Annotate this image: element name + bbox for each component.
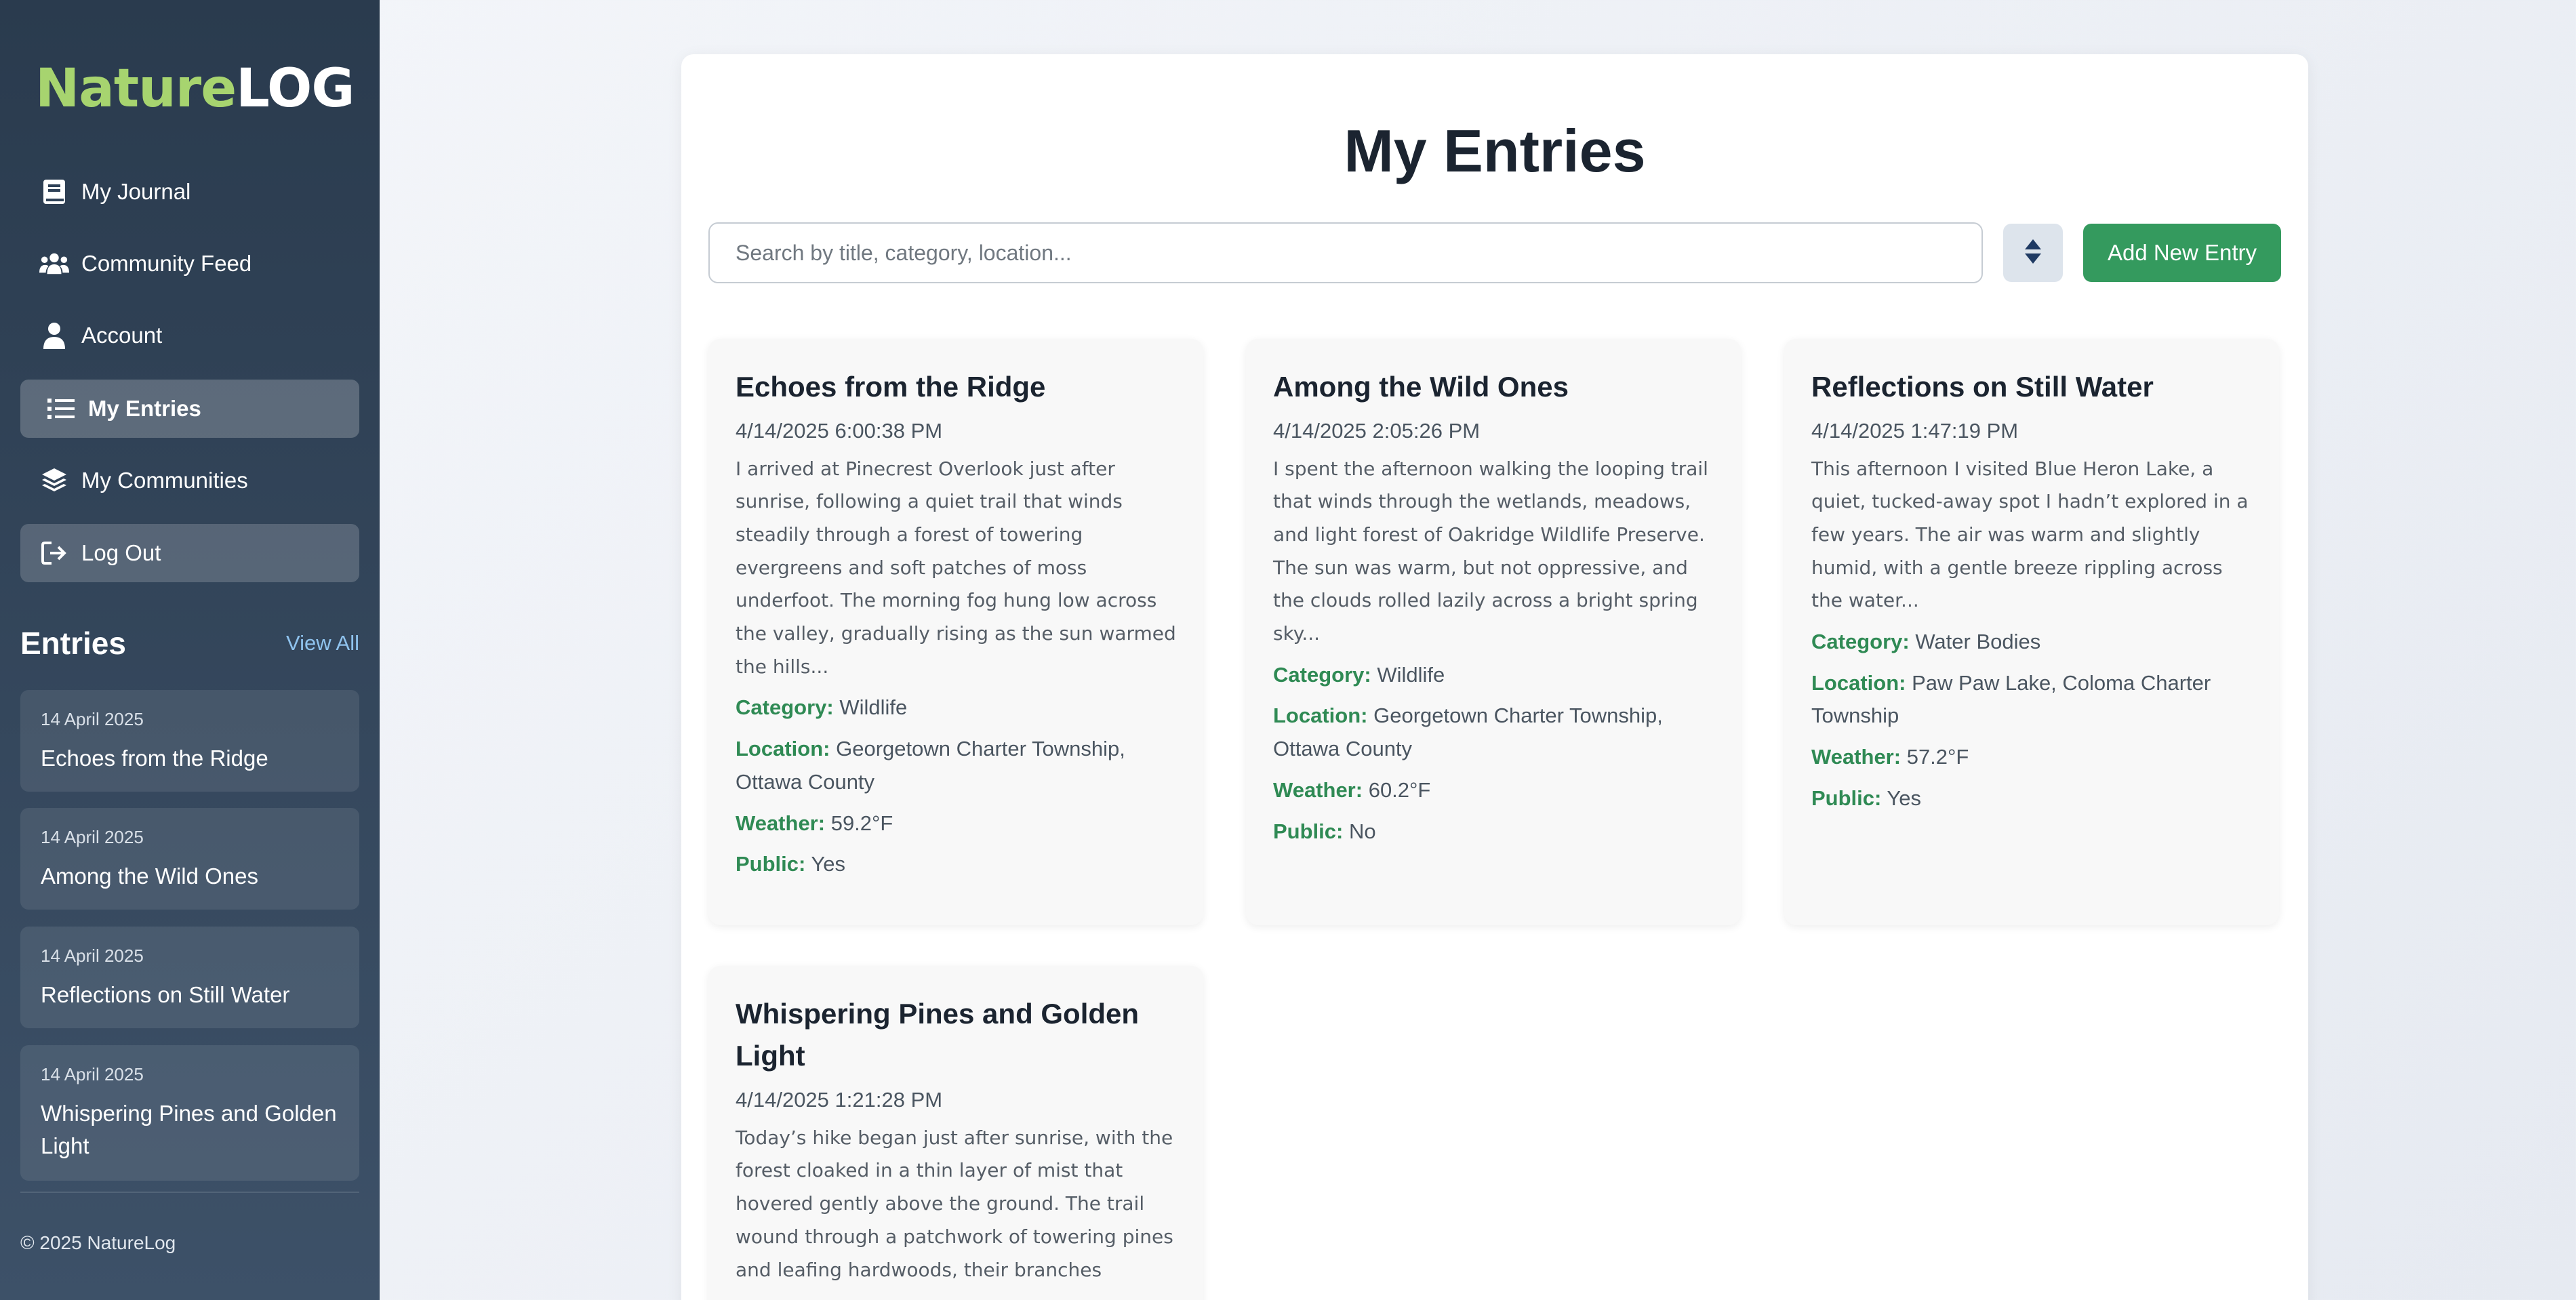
- nav-my-communities[interactable]: My Communities: [20, 451, 359, 510]
- entry-public: Public: Yes: [1811, 786, 1921, 810]
- nav-label: Log Out: [81, 540, 161, 565]
- sidebar-entry[interactable]: 14 April 2025 Echoes from the Ridge: [20, 690, 359, 792]
- logout-icon: [39, 538, 69, 568]
- brand-logo[interactable]: NatureLOG: [35, 62, 355, 115]
- entry-title: Whispering Pines and Golden Light: [41, 1101, 337, 1158]
- nav-community-feed[interactable]: Community Feed: [20, 235, 359, 293]
- copyright: © 2025 NatureLog: [20, 1232, 176, 1253]
- sidebar-entries-header: Entries View All: [20, 625, 359, 662]
- entry-excerpt: I arrived at Pinecrest Overlook just aft…: [736, 457, 1176, 678]
- sidebar-entry[interactable]: 14 April 2025 Among the Wild Ones: [20, 808, 359, 910]
- nav-label: My Communities: [81, 468, 248, 493]
- search-input[interactable]: [708, 222, 1983, 283]
- entry-excerpt: This afternoon I visited Blue Heron Lake…: [1811, 457, 2249, 612]
- entry-card[interactable]: Whispering Pines and Golden Light 4/14/2…: [708, 966, 1203, 1300]
- entry-title: Whispering Pines and Golden Light: [736, 998, 1140, 1072]
- entry-excerpt: Today’s hike began just after sunrise, w…: [736, 1126, 1173, 1281]
- entry-location: Location: Georgetown Charter Township, O…: [736, 737, 1125, 794]
- nav-my-entries[interactable]: My Entries: [20, 380, 359, 438]
- sidebar-entry[interactable]: 14 April 2025 Reflections on Still Water: [20, 927, 359, 1028]
- book-icon: [39, 177, 69, 207]
- entry-title: Among the Wild Ones: [1273, 371, 1569, 403]
- entry-category: Category: Wildlife: [736, 695, 908, 720]
- entry-location: Location: Georgetown Charter Township, O…: [1273, 704, 1663, 761]
- entry-datetime: 4/14/2025 6:00:38 PM: [736, 419, 943, 443]
- entry-title: Echoes from the Ridge: [41, 746, 268, 771]
- nav-label: Community Feed: [81, 251, 252, 276]
- sort-icon: [2024, 238, 2042, 268]
- entry-card[interactable]: Reflections on Still Water 4/14/2025 1:4…: [1784, 339, 2279, 925]
- sidebar: NatureLOG My Journal Community Feed Acco…: [0, 0, 380, 1300]
- entry-title: Echoes from the Ridge: [736, 371, 1046, 403]
- entry-category: Category: Wildlife: [1273, 662, 1445, 687]
- entry-date: 14 April 2025: [41, 946, 144, 966]
- entry-date: 14 April 2025: [41, 709, 144, 729]
- add-new-entry-button[interactable]: Add New Entry: [2083, 224, 2281, 282]
- sidebar-entries-title: Entries: [20, 626, 126, 661]
- entry-card[interactable]: Echoes from the Ridge 4/14/2025 6:00:38 …: [708, 339, 1203, 925]
- entry-weather: Weather: 59.2°F: [736, 811, 893, 835]
- list-icon: [46, 394, 76, 424]
- user-icon: [39, 321, 69, 350]
- nav-label: My Entries: [88, 396, 201, 421]
- entry-title: Reflections on Still Water: [41, 982, 290, 1007]
- entry-date: 14 April 2025: [41, 827, 144, 847]
- nav-my-journal[interactable]: My Journal: [20, 163, 359, 221]
- entry-card[interactable]: Among the Wild Ones 4/14/2025 2:05:26 PM…: [1246, 339, 1741, 925]
- nav-log-out[interactable]: Log Out: [20, 524, 359, 582]
- entry-datetime: 4/14/2025 2:05:26 PM: [1273, 419, 1481, 443]
- sidebar-entry[interactable]: 14 April 2025 Whispering Pines and Golde…: [20, 1045, 359, 1181]
- nav-label: Account: [81, 323, 163, 348]
- nav-account[interactable]: Account: [20, 306, 359, 365]
- users-icon: [39, 249, 69, 279]
- entry-weather: Weather: 60.2°F: [1273, 777, 1431, 802]
- sort-button[interactable]: [2003, 224, 2063, 282]
- entry-excerpt: I spent the afternoon walking the loopin…: [1273, 457, 1708, 645]
- main-panel: My Entries Add New Entry Echoes from the…: [681, 54, 2308, 1300]
- entry-public: Public: No: [1273, 819, 1376, 843]
- layers-icon: [39, 466, 69, 495]
- entry-weather: Weather: 57.2°F: [1811, 745, 1969, 769]
- entry-category: Category: Water Bodies: [1811, 630, 2041, 654]
- entry-title: Reflections on Still Water: [1811, 371, 2154, 403]
- sidebar-divider: [20, 1192, 359, 1193]
- entry-date: 14 April 2025: [41, 1064, 144, 1084]
- view-all-link[interactable]: View All: [286, 631, 359, 655]
- nav-label: My Journal: [81, 179, 191, 204]
- entry-public: Public: Yes: [736, 852, 845, 876]
- entry-title: Among the Wild Ones: [41, 864, 258, 889]
- entry-location: Location: Paw Paw Lake, Coloma Charter T…: [1811, 670, 2211, 728]
- entry-datetime: 4/14/2025 1:21:28 PM: [736, 1088, 943, 1112]
- entry-datetime: 4/14/2025 1:47:19 PM: [1811, 419, 2019, 443]
- page-title: My Entries: [1344, 117, 1646, 184]
